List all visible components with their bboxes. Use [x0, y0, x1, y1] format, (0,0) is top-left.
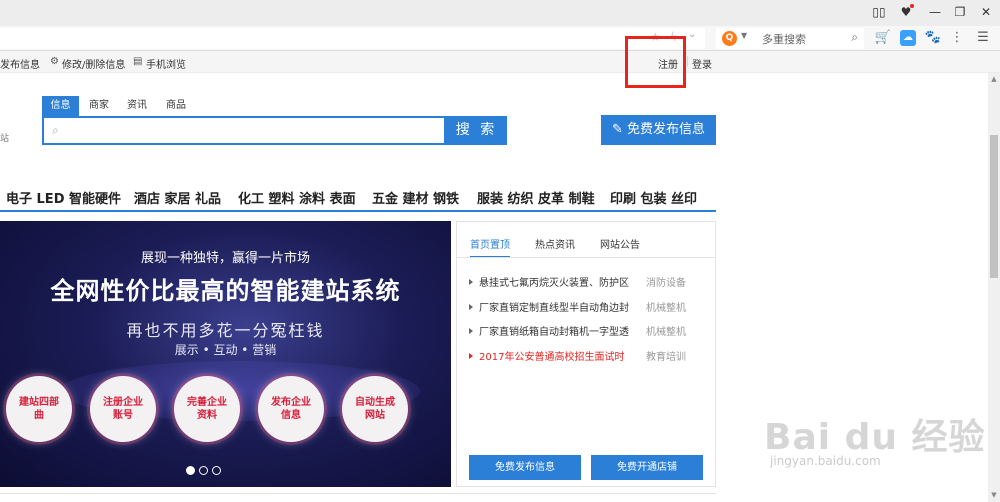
browser-title-strip: ▯▯ ♥ — ❐ ✕ [0, 0, 1000, 26]
watermark-logo: Bai du 经验 [764, 417, 986, 458]
category-item[interactable]: 化工 塑料 涂料 表面 [238, 188, 356, 207]
carousel-dot[interactable] [186, 466, 195, 475]
open-shop-button[interactable]: 免费开通店铺 [591, 455, 703, 480]
skin-icon[interactable]: ♥ [898, 4, 914, 20]
address-field[interactable] [0, 28, 705, 49]
bullet-icon [469, 279, 473, 285]
carousel-dot[interactable] [199, 466, 208, 475]
login-link[interactable]: 登录 [692, 56, 712, 71]
browser-search-box[interactable]: Q ▼ 多重搜索 ⌕ [716, 28, 864, 49]
banner-step-circle: 发布企业信息 [258, 376, 324, 442]
news-title[interactable]: 2017年公安普通高校招生面试时 [479, 348, 642, 363]
cloud-icon[interactable]: ☁ [900, 30, 916, 46]
promo-banner[interactable]: 展现一种独特，赢得一片市场 全网性价比最高的智能建站系统 再也不用多花一分冤枉钱… [0, 221, 451, 487]
section-edge [0, 493, 716, 502]
mobile-icon: ▤ [133, 56, 143, 67]
cart-icon[interactable]: 🛒 [874, 29, 892, 47]
tab-products[interactable]: 商品 [158, 96, 194, 116]
tab-news[interactable]: 资讯 [119, 96, 155, 116]
news-title[interactable]: 厂家直销定制直线型半自动角边封 [479, 299, 642, 314]
news-tab-divider [457, 257, 715, 258]
vertical-scrollbar[interactable]: ▲ ▼ [988, 73, 1000, 502]
menu-icon[interactable]: ☰ [974, 29, 992, 47]
carousel-dots [186, 460, 225, 479]
scroll-down-icon[interactable]: ▼ [990, 491, 998, 499]
bullet-icon [469, 353, 473, 359]
banner-step-label: 发布企业信息 [271, 397, 311, 421]
register-highlight-box [625, 36, 686, 88]
news-item[interactable]: 厂家直销纸箱自动封箱机一字型透 机械整机 [469, 323, 705, 338]
news-item[interactable]: 2017年公安普通高校招生面试时 教育培训 [469, 348, 705, 363]
tab-hot-news[interactable]: 热点资讯 [535, 236, 575, 251]
free-publish-label: 免费发布信息 [626, 122, 705, 137]
news-category: 消防设备 [646, 278, 686, 289]
banner-step-circle: 建站四部曲 [6, 376, 72, 442]
topbar-edit-link[interactable]: 修改/删除信息 [62, 56, 125, 71]
category-item[interactable]: 服装 纺织 皮革 制鞋 [477, 188, 595, 207]
search-icon[interactable]: ⌕ [851, 30, 858, 45]
banner-step-label: 自动生成网站 [355, 397, 395, 421]
news-item[interactable]: 厂家直销定制直线型半自动角边封 机械整机 [469, 299, 705, 314]
browser-toolbar: ★ ϟ ⌄ Q ▼ 多重搜索 ⌕ [0, 26, 1000, 51]
close-icon[interactable]: ✕ [978, 4, 994, 20]
search-engine-logo-icon[interactable]: Q [722, 31, 737, 46]
baidu-jingyan-watermark: Bai du 经验 jingyan.baidu.com [764, 408, 986, 468]
category-item[interactable]: 五金 建材 钢铁 [372, 188, 459, 207]
category-item[interactable]: 印刷 包装 丝印 [610, 188, 697, 207]
carousel-dot[interactable] [212, 466, 221, 475]
tab-top-news[interactable]: 首页置顶 [470, 236, 510, 258]
tab-announcements[interactable]: 网站公告 [600, 236, 640, 251]
banner-step-circle: 注册企业账号 [90, 376, 156, 442]
banner-step-label: 建站四部曲 [19, 397, 59, 421]
banner-headline: 全网性价比最高的智能建站系统 [50, 277, 401, 305]
scrollbar-thumb[interactable] [990, 135, 998, 278]
banner-line-4: 展示 • 互动 • 营销 [174, 343, 277, 357]
search-icon: ⌕ [52, 123, 59, 137]
category-item[interactable]: 电子 LED 智能硬件 [6, 188, 121, 207]
maximize-icon[interactable]: ❐ [952, 4, 968, 20]
news-category: 机械整机 [646, 327, 686, 338]
banner-step-circle: 完善企业资料 [174, 376, 240, 442]
edit-icon: ✎ [612, 122, 623, 137]
topbar-divider: | [686, 56, 690, 67]
tab-merchants[interactable]: 商家 [81, 96, 117, 116]
news-panel: 首页置顶 热点资讯 网站公告 悬挂式七氟丙烷灭火装置、防护区 消防设备 厂家直销定… [456, 221, 716, 487]
publish-info-button[interactable]: 免费发布信息 [469, 455, 581, 480]
banner-step-label: 完善企业资料 [187, 397, 227, 421]
gear-icon: ⚙ [50, 56, 59, 67]
paw-icon[interactable]: 🐾 [924, 29, 942, 47]
minimize-icon[interactable]: — [927, 4, 943, 20]
fullscreen-icon[interactable]: ▯▯ [871, 4, 887, 20]
free-publish-button[interactable]: ✎ 免费发布信息 [601, 115, 716, 145]
category-item[interactable]: 酒店 家居 礼品 [134, 188, 221, 207]
left-cut-text: 站 [0, 134, 10, 144]
banner-step-circle: 自动生成网站 [342, 376, 408, 442]
banner-line-3: 再也不用多花一分冤枉钱 [126, 321, 325, 340]
news-category: 教育培训 [646, 352, 686, 363]
news-item[interactable]: 悬挂式七氟丙烷灭火装置、防护区 消防设备 [469, 274, 705, 289]
scroll-up-icon[interactable]: ▲ [990, 75, 998, 83]
banner-line-1: 展现一种独特，赢得一片市场 [140, 251, 310, 266]
site-topbar: 发布信息 ⚙ 修改/删除信息 ▤ 手机浏览 注册 | 登录 [0, 51, 1000, 73]
search-button[interactable]: 搜 索 [446, 116, 507, 145]
bullet-icon [469, 304, 473, 310]
banner-step-label: 注册企业账号 [103, 397, 143, 421]
watermark-url: jingyan.baidu.com [770, 454, 881, 468]
topbar-publish-link[interactable]: 发布信息 [0, 56, 40, 71]
news-title[interactable]: 悬挂式七氟丙烷灭火装置、防护区 [479, 274, 642, 289]
tab-info[interactable]: 信息 [42, 96, 79, 116]
caret-down-icon[interactable]: ▼ [741, 31, 747, 40]
chevron-down-icon[interactable]: ⌄ [688, 29, 696, 40]
bullet-icon [469, 328, 473, 334]
news-category: 机械整机 [646, 303, 686, 314]
search-input[interactable]: ⌕ [42, 116, 446, 145]
more-vertical-icon[interactable]: ⋮ [948, 29, 966, 47]
topbar-mobile-link[interactable]: 手机浏览 [146, 56, 186, 71]
news-title[interactable]: 厂家直销纸箱自动封箱机一字型透 [479, 323, 642, 338]
browser-search-placeholder: 多重搜索 [762, 33, 806, 46]
category-nav: 电子 LED 智能硬件 酒店 家居 礼品 化工 塑料 涂料 表面 五金 建材 钢… [0, 184, 716, 212]
